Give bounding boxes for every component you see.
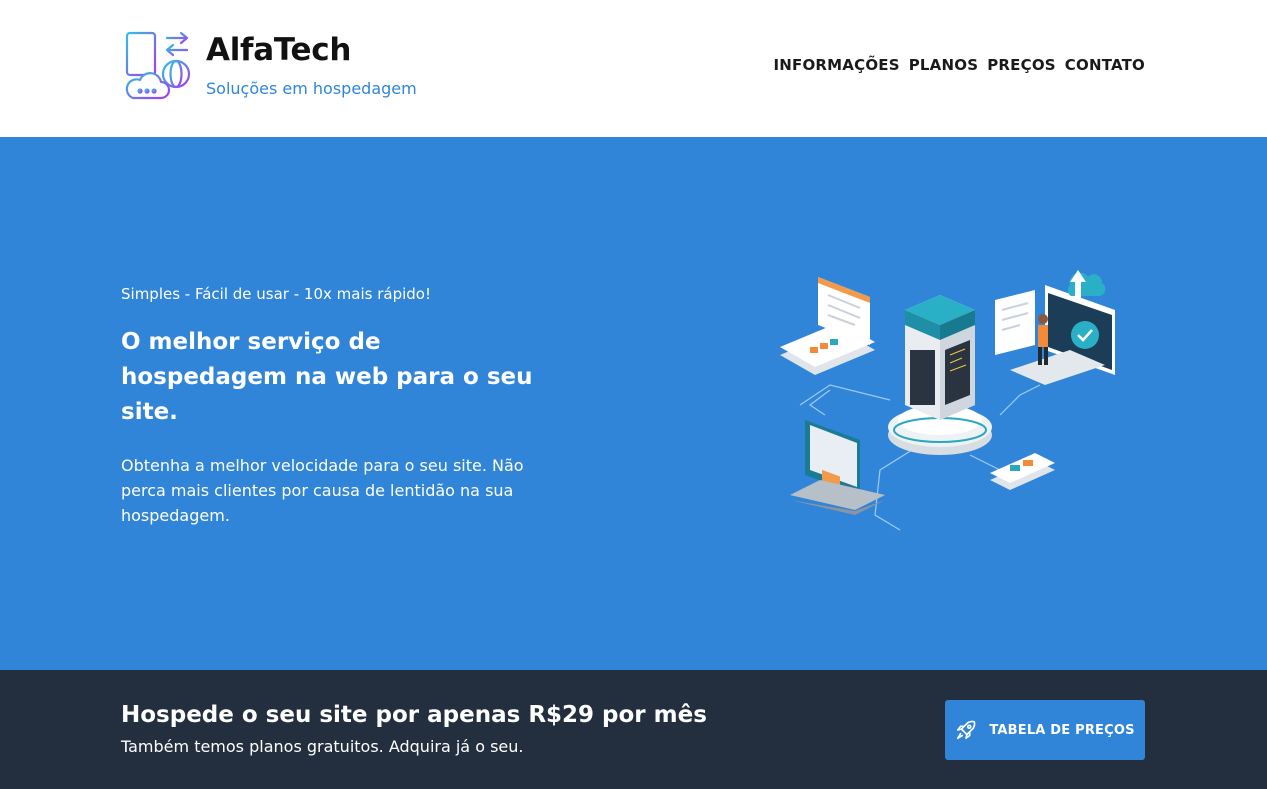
main-nav: INFORMAÇÕES PLANOS PREÇOS CONTATO [774,56,1146,74]
cta-bar: Hospede o seu site por apenas R$29 por m… [0,670,1267,789]
brand-tagline: Soluções em hospedagem [206,79,417,98]
hero-description: Obtenha a melhor velocidade para o seu s… [121,456,524,525]
rocket-icon [957,720,976,740]
nav-item-precos[interactable]: PREÇOS [987,56,1056,74]
site-header: AlfaTech Soluções em hospedagem INFORMAÇ… [0,0,1267,137]
server-cloud-globe-icon[interactable] [121,30,193,102]
hero-eyebrow: Simples - Fácil de usar - 10x mais rápid… [121,285,431,303]
pricing-table-button[interactable]: TABELA DE PREÇOS [945,700,1145,760]
hero-section: Simples - Fácil de usar - 10x mais rápid… [0,137,1267,670]
nav-item-planos[interactable]: PLANOS [909,56,978,74]
nav-item-contato[interactable]: CONTATO [1065,56,1145,74]
cta-title: Hospede o seu site por apenas R$29 por m… [121,702,707,728]
pricing-table-button-label: TABELA DE PREÇOS [989,722,1135,738]
cta-subtitle: Também temos planos gratuitos. Adquira j… [121,737,524,756]
brand-name[interactable]: AlfaTech [206,32,351,68]
isometric-server-hosting-illustration [780,270,1115,531]
nav-item-informacoes[interactable]: INFORMAÇÕES [774,56,900,74]
hero-title: O melhor serviço de hospedagem na web pa… [121,329,533,425]
